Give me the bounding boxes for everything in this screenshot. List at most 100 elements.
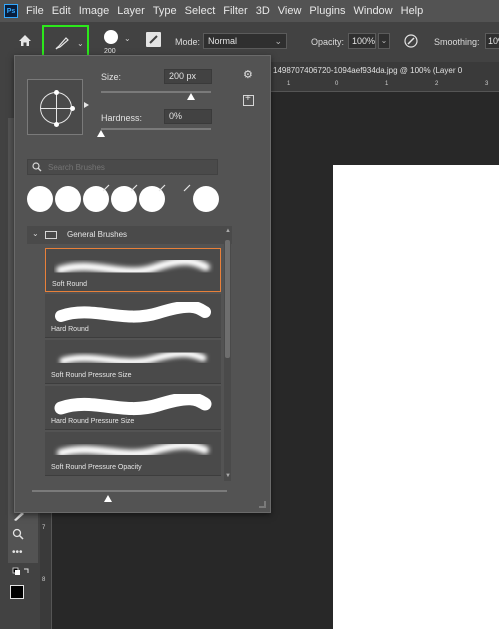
recent-brush[interactable]: [55, 186, 81, 212]
more-tools-icon[interactable]: •••: [12, 547, 23, 558]
brush-stroke-preview: [57, 441, 209, 458]
new-preset-icon[interactable]: [243, 93, 254, 106]
ruler-mark: 7: [42, 525, 46, 531]
foreground-color-swatch[interactable]: [10, 585, 24, 599]
brush-stroke-preview: [59, 350, 207, 366]
chevron-up-icon[interactable]: ▲: [225, 228, 231, 234]
home-icon[interactable]: [18, 34, 32, 47]
roundness-handle-bottom[interactable]: [54, 122, 59, 127]
preview-size-slider-thumb[interactable]: [104, 495, 112, 502]
resize-grip-icon[interactable]: [259, 501, 266, 508]
roundness-handle-top[interactable]: [54, 90, 59, 95]
brush-item-hard-round[interactable]: Hard Round: [45, 294, 221, 338]
opacity-dropdown-button[interactable]: ⌄: [378, 33, 390, 49]
brush-settings-panel-icon[interactable]: [146, 32, 161, 47]
menu-view[interactable]: View: [278, 5, 302, 17]
chevron-down-icon[interactable]: ▼: [225, 473, 231, 479]
chevron-down-icon: ⌄: [274, 36, 282, 46]
angle-axis-vertical: [56, 92, 57, 125]
size-input[interactable]: 200 px: [164, 69, 212, 84]
brush-name: Hard Round: [51, 326, 89, 333]
angle-handle[interactable]: [70, 106, 75, 111]
horizontal-ruler: 1 0 1 2 3: [263, 80, 499, 92]
brush-preset-size: 200: [104, 48, 116, 55]
brush-angle-roundness-widget[interactable]: [27, 79, 83, 135]
menu-select[interactable]: Select: [185, 5, 216, 17]
hardness-input[interactable]: 0%: [164, 109, 212, 124]
pressure-opacity-icon[interactable]: [403, 33, 419, 49]
smoothing-label: Smoothing:: [434, 37, 480, 47]
scrollbar-thumb[interactable]: [225, 240, 230, 358]
hardness-label: Hardness:: [101, 113, 143, 123]
menu-help[interactable]: Help: [401, 5, 424, 17]
menu-window[interactable]: Window: [354, 5, 393, 17]
mode-label: Mode:: [175, 37, 201, 47]
brush-list-scrollbar[interactable]: ▲ ▼: [224, 226, 231, 481]
brush-item-soft-round-pressure-opacity[interactable]: Soft Round Pressure Opacity: [45, 432, 221, 476]
search-input[interactable]: [48, 162, 208, 173]
brush-item-hard-round-pressure-size[interactable]: Hard Round Pressure Size: [45, 386, 221, 430]
ruler-mark: 3: [485, 81, 489, 87]
brush-name: Hard Round Pressure Size: [51, 418, 135, 425]
brush-folder-general[interactable]: ⌄ General Brushes: [27, 226, 232, 244]
brush-preset-preview[interactable]: [104, 30, 118, 44]
default-colors-icon[interactable]: [12, 567, 30, 577]
menu-plugins[interactable]: Plugins: [309, 5, 345, 17]
brush-tool-preset-picker[interactable]: ⌄: [42, 25, 89, 59]
brush-settings-glyph-icon: [149, 35, 158, 44]
search-icon: [32, 162, 42, 172]
photoshop-logo-icon: Ps: [4, 4, 18, 18]
brush-name: Soft Round Pressure Opacity: [51, 464, 142, 471]
recent-brush[interactable]: [27, 186, 53, 212]
brush-tool-icon: [55, 37, 69, 50]
hardness-slider-track[interactable]: [101, 128, 211, 130]
folder-label: General Brushes: [67, 230, 128, 239]
document-tab[interactable]: 1498707406720-1094aef934da.jpg @ 100% (L…: [263, 62, 499, 80]
mode-select[interactable]: Normal ⌄: [203, 33, 287, 49]
ruler-mark: 2: [435, 81, 439, 87]
vertical-ruler: 7 8: [40, 495, 52, 629]
opacity-input[interactable]: 100%: [348, 33, 376, 49]
ruler-mark: 1: [287, 81, 291, 87]
menu-image[interactable]: Image: [79, 5, 110, 17]
brush-stroke-preview: [55, 302, 211, 323]
pencil-icon: [183, 184, 191, 192]
recent-brush[interactable]: [193, 186, 219, 212]
size-slider-thumb[interactable]: [187, 93, 196, 100]
menu-layer[interactable]: Layer: [117, 5, 145, 17]
menu-type[interactable]: Type: [153, 5, 177, 17]
zoom-icon[interactable]: [12, 528, 24, 540]
menu-filter[interactable]: Filter: [223, 5, 247, 17]
search-brushes-field[interactable]: [27, 159, 218, 175]
brush-name: Soft Round: [52, 281, 88, 288]
chevron-down-icon[interactable]: ⌄: [124, 34, 131, 43]
pencil-icon: [130, 184, 138, 192]
brush-stroke-preview: [54, 394, 212, 416]
menu-bar: Ps File Edit Image Layer Type Select Fil…: [0, 0, 499, 22]
brush-preset-picker-panel: Size: 200 px Hardness: 0% ⚙ ⌄ General Br…: [14, 55, 271, 513]
brush-item-soft-round[interactable]: Soft Round: [45, 248, 221, 292]
pencil-icon: [158, 184, 166, 192]
ruler-mark: 1: [385, 81, 389, 87]
preview-size-slider-track[interactable]: [32, 490, 227, 492]
hardness-slider-thumb[interactable]: [97, 130, 105, 137]
gear-icon[interactable]: ⚙: [243, 68, 253, 81]
ruler-mark: 0: [335, 81, 339, 87]
angle-arrow-icon: [84, 102, 89, 108]
chevron-down-icon: ⌄: [77, 39, 84, 48]
folder-icon: [45, 231, 57, 239]
menu-3d[interactable]: 3D: [256, 5, 270, 17]
chevron-down-icon[interactable]: ⌄: [32, 229, 39, 238]
opacity-label: Opacity:: [311, 37, 345, 47]
smoothing-input[interactable]: 10%: [485, 33, 499, 49]
menu-edit[interactable]: Edit: [52, 5, 71, 17]
brush-name: Soft Round Pressure Size: [51, 372, 132, 379]
pencil-icon: [102, 184, 110, 192]
size-label: Size:: [101, 72, 122, 82]
document-canvas[interactable]: [333, 165, 499, 629]
menu-file[interactable]: File: [26, 5, 44, 17]
brush-item-soft-round-pressure-size[interactable]: Soft Round Pressure Size: [45, 340, 221, 384]
ruler-mark: 8: [42, 577, 46, 583]
brush-stroke-preview: [56, 257, 210, 276]
mode-value: Normal: [208, 36, 238, 46]
